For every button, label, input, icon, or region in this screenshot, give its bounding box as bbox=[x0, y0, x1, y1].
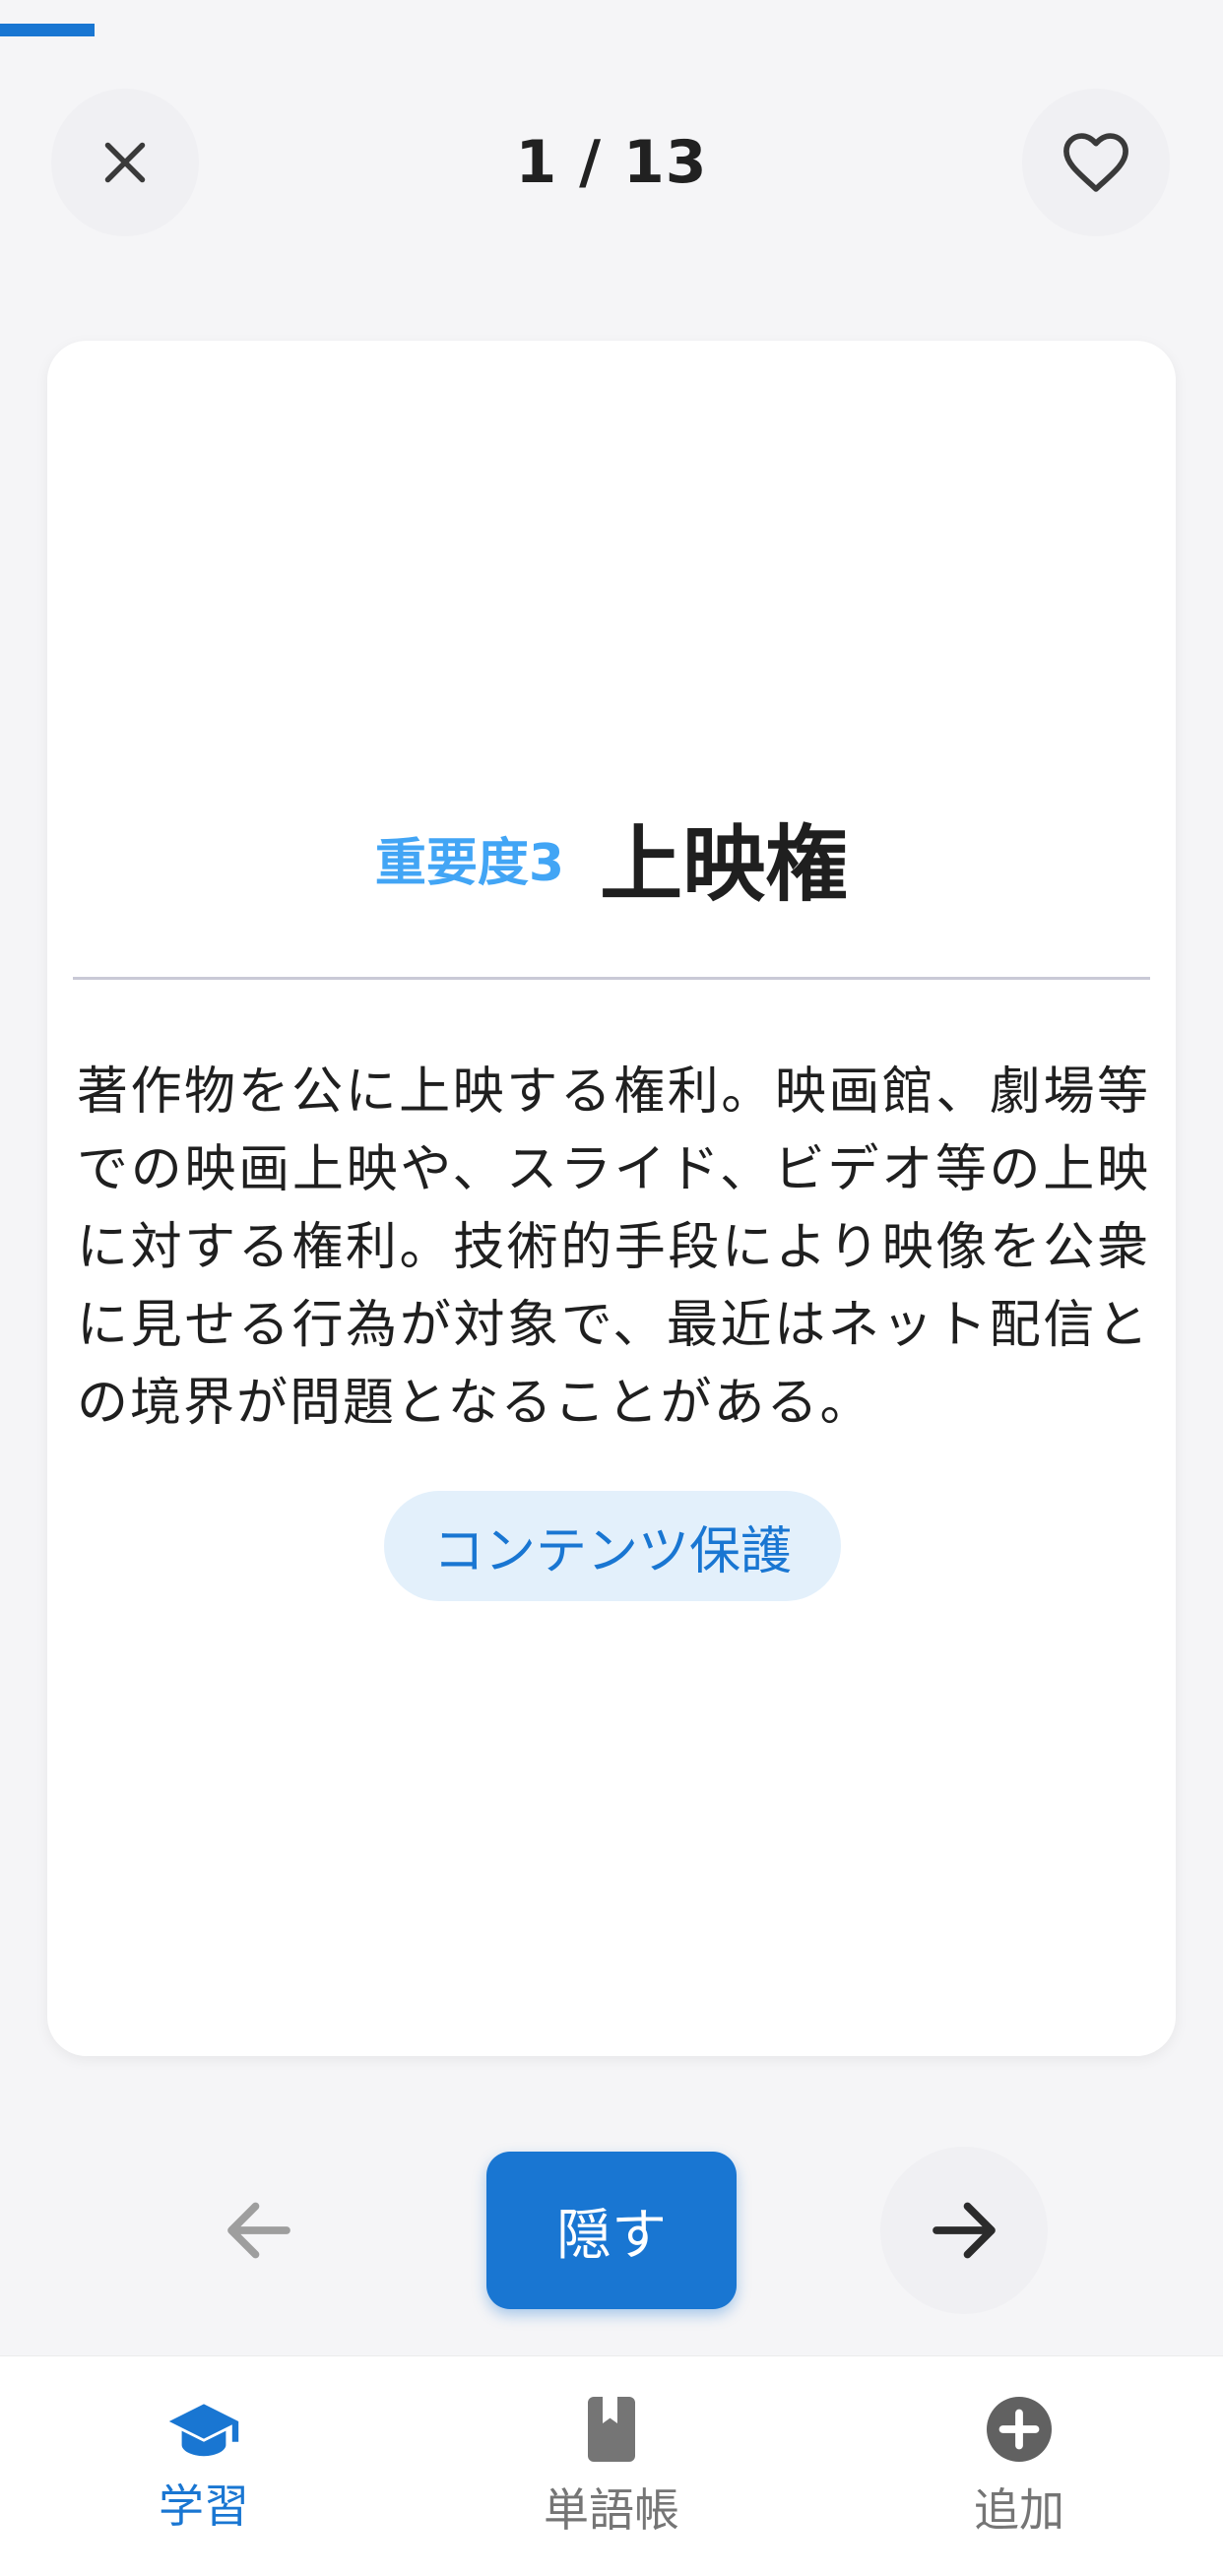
importance-label: 重要度3 bbox=[374, 833, 565, 893]
study-screen: 1 / 13 重要度3 上映権 著作物を公に上映する権利。映画館、劇場等での映画… bbox=[0, 0, 1223, 2576]
term-title: 上映権 bbox=[600, 815, 849, 913]
bottom-navigation: 学習 単語帳 追加 bbox=[0, 2355, 1223, 2576]
term-definition: 著作物を公に上映する権利。映画館、劇場等での映画上映や、スライド、ビデオ等の上映… bbox=[77, 1063, 1150, 1433]
nav-item-study[interactable]: 学習 bbox=[0, 2356, 408, 2576]
progress-bar bbox=[0, 24, 1223, 36]
term-row: 重要度3 上映権 bbox=[47, 804, 1176, 913]
arrow-right-icon bbox=[933, 2202, 996, 2259]
arrow-left-icon bbox=[227, 2202, 290, 2259]
category-tag[interactable]: コンテンツ保護 bbox=[384, 1491, 841, 1601]
nav-item-label: 学習 bbox=[159, 2479, 249, 2533]
card-navigation: 隠す bbox=[0, 2147, 1223, 2314]
graduation-cap-icon bbox=[168, 2404, 239, 2457]
previous-button[interactable] bbox=[175, 2147, 343, 2314]
add-circle-icon bbox=[987, 2397, 1052, 2462]
hide-answer-button[interactable]: 隠す bbox=[486, 2152, 737, 2309]
nav-item-vocabulary[interactable]: 単語帳 bbox=[408, 2356, 815, 2576]
card-divider bbox=[73, 977, 1150, 980]
nav-item-label: 単語帳 bbox=[544, 2483, 679, 2537]
book-icon bbox=[588, 2397, 635, 2462]
nav-item-label: 追加 bbox=[974, 2483, 1064, 2537]
nav-item-add[interactable]: 追加 bbox=[815, 2356, 1223, 2576]
next-button[interactable] bbox=[880, 2147, 1048, 2314]
progress-bar-fill bbox=[0, 24, 95, 36]
favorite-button[interactable] bbox=[1022, 89, 1170, 236]
top-bar: 1 / 13 bbox=[0, 89, 1223, 236]
heart-outline-icon bbox=[1063, 133, 1128, 192]
flashcard[interactable]: 重要度3 上映権 著作物を公に上映する権利。映画館、劇場等での映画上映や、スライ… bbox=[47, 341, 1176, 2056]
